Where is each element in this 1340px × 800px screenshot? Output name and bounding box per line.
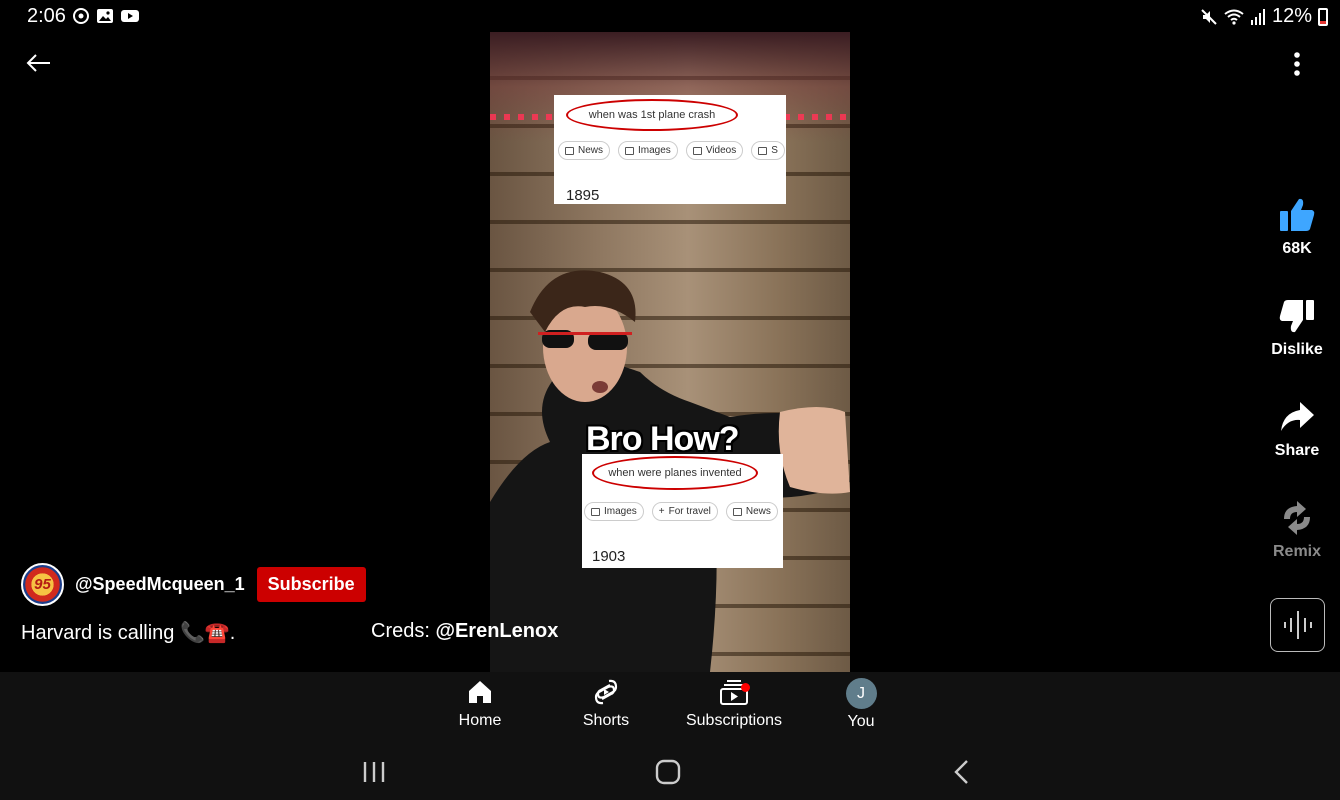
status-right: 12% [1200,5,1328,28]
system-navigation-bar [0,744,1340,800]
share-button[interactable]: Share [1262,398,1332,460]
chip-images: Images [584,502,644,521]
search-chips-1: News Images Videos S [558,141,785,160]
chip-news: News [725,502,778,521]
more-options-icon[interactable] [1280,46,1314,82]
video-description[interactable]: Harvard is calling 📞☎️. [21,620,235,645]
chip-shopping: S [751,141,785,160]
battery-percent: 12% [1271,5,1312,27]
battery-icon [1318,7,1328,26]
remix-button[interactable]: Remix [1262,499,1332,561]
nav-you-label: You [847,713,875,730]
gallery-icon [97,9,113,23]
recents-icon[interactable] [356,754,392,790]
short-video-player[interactable]: when was 1st plane crash News Images Vid… [490,32,850,672]
youtube-icon [121,10,139,22]
like-button[interactable]: 68K [1262,196,1332,258]
dislike-button[interactable]: Dislike [1262,297,1332,359]
search-result-1: 1895 [566,187,600,204]
home-icon [469,681,491,703]
thumbs-down-icon [1279,300,1314,333]
channel-avatar[interactable]: 95 [21,563,64,606]
search-screenshot-1: when was 1st plane crash News Images Vid… [554,95,786,204]
user-avatar: J [845,678,877,709]
nav-shorts[interactable]: Shorts [574,678,638,730]
remix-label: Remix [1272,543,1322,560]
status-time: 2:06 [27,5,66,27]
search-screenshot-2: when were planes invented Images + For tr… [582,454,783,568]
avatar-logo-text: 95 [34,576,51,593]
channel-row: 95 @SpeedMcqueen_1 Subscribe [21,563,366,606]
bottom-navigation: Home Shorts Subscriptions J You [0,672,1340,744]
status-left-icons [72,7,140,25]
signal-icon [1250,8,1265,25]
subscribe-button[interactable]: Subscribe [256,567,366,602]
chip-videos: Videos [685,141,744,160]
audio-waveform-icon [1283,611,1312,639]
like-count: 68K [1282,240,1312,257]
channel-handle[interactable]: @SpeedMcqueen_1 [75,574,245,595]
thumbs-up-icon [1280,198,1315,231]
nav-shorts-label: Shorts [582,712,630,729]
notification-dot [741,683,750,692]
search-query-1: when was 1st plane crash [566,99,738,131]
search-query-2: when were planes invented [592,456,758,490]
chip-for-travel: + For travel [651,502,718,521]
credits-handle[interactable]: @ErenLenox [435,620,558,642]
wifi-icon [1224,9,1244,25]
dislike-label: Dislike [1271,341,1323,358]
back-system-icon[interactable] [944,754,980,790]
back-arrow-icon[interactable] [20,46,56,82]
mute-icon [1201,8,1217,25]
video-caption-overlay: Bro How? [586,420,740,458]
search-result-2: 1903 [592,548,626,565]
video-credits[interactable]: Creds: @ErenLenox [371,620,558,643]
chip-images: Images [618,141,678,160]
nav-home-label: Home [458,712,502,729]
share-label: Share [1274,442,1320,459]
nav-subscriptions-label: Subscriptions [685,712,783,729]
nav-subscriptions[interactable]: Subscriptions [682,678,786,730]
home-system-icon[interactable] [650,754,686,790]
sound-button[interactable] [1270,598,1325,652]
status-bar: 2:06 12% [0,0,1340,32]
data-saver-icon [73,8,89,24]
nav-home[interactable]: Home [448,678,512,730]
credits-prefix: Creds: [371,620,436,642]
shorts-icon [594,679,618,705]
chip-news: News [558,141,611,160]
remix-icon [1284,501,1310,535]
search-chips-2: Images + For travel News [584,502,778,521]
share-arrow-icon [1281,402,1314,431]
nav-you[interactable]: J You [829,678,893,731]
